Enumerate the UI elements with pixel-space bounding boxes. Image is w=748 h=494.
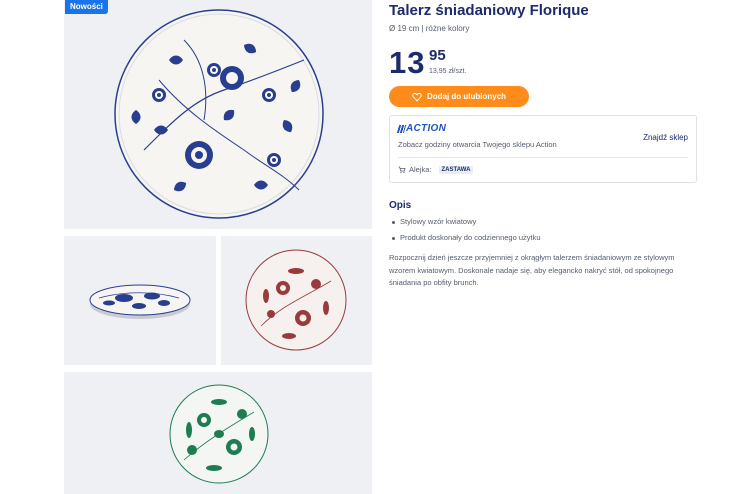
price-whole: 13 (389, 45, 426, 80)
aisle-value: ZASTAWA (438, 165, 474, 174)
cart-icon (398, 166, 406, 173)
plate-blue-front (114, 9, 324, 219)
description-bullets: Stylowy wzór kwiatowy Produkt doskonały … (389, 214, 541, 246)
product-title: Talerz śniadaniowy Florique (389, 2, 589, 19)
gallery-image-main[interactable] (64, 0, 372, 229)
gallery-image-red[interactable] (221, 236, 372, 365)
aisle-label: Alejka: (409, 165, 432, 174)
new-badge: Nowości (65, 0, 108, 14)
action-logo-mark (396, 124, 407, 133)
store-hours-text: Zobacz godziny otwarcia Twojego sklepu A… (398, 140, 557, 149)
product-subtitle: Ø 19 cm | różne kolory (389, 24, 470, 33)
action-logo-text: ACTION (406, 123, 447, 134)
description-text: Rozpocznij dzień jeszcze przyjemniej z o… (389, 253, 675, 287)
description-bullet: Produkt doskonały do codziennego użytku (389, 230, 541, 246)
aisle-info: Alejka: ZASTAWA (398, 165, 474, 174)
description-bullet: Stylowy wzór kwiatowy (389, 214, 541, 230)
plate-green (169, 384, 269, 484)
unit-price: 13,95 zł/szt. (429, 68, 467, 75)
add-to-favourites-button[interactable]: Dodaj do ulubionych (389, 86, 529, 107)
gallery-image-green[interactable] (64, 372, 372, 494)
add-to-favourites-label: Dodaj do ulubionych (426, 92, 507, 101)
gallery-image-side[interactable] (64, 236, 216, 365)
find-store-link[interactable]: Znajdź sklep (643, 133, 688, 142)
heart-icon (412, 92, 422, 101)
plate-blue-side (89, 284, 191, 319)
store-divider (398, 157, 688, 158)
plate-red (245, 249, 347, 351)
description-heading: Opis (389, 200, 412, 211)
store-panel: ACTION Znajdź sklep Zobacz godziny otwar… (389, 115, 697, 183)
action-logo: ACTION (396, 123, 447, 134)
price-fraction: 95 (429, 47, 446, 64)
